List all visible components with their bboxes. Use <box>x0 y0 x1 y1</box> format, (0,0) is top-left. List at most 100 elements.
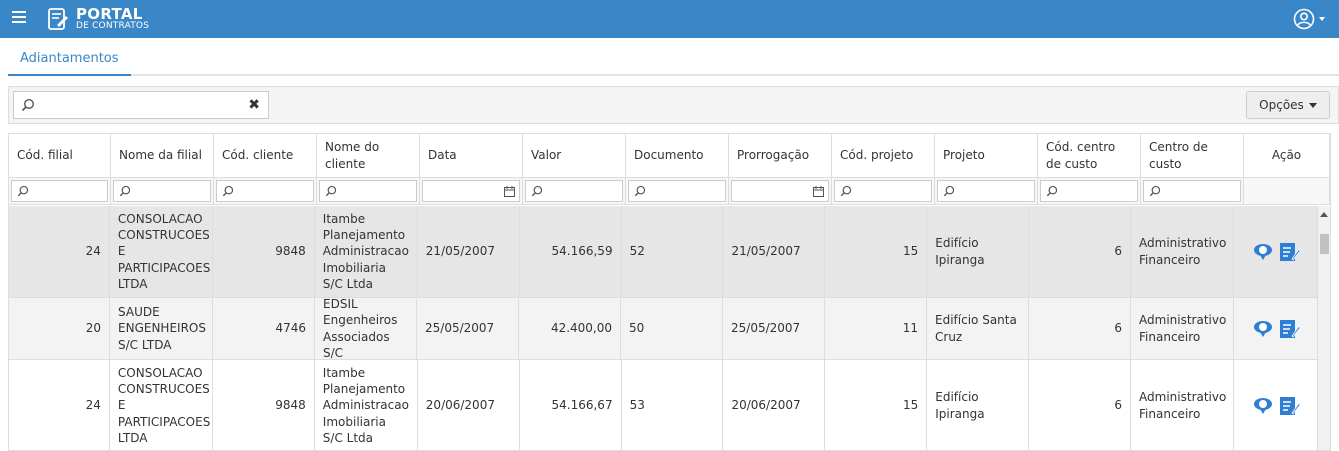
cell-valor: 42.400,00 <box>519 298 622 359</box>
header-row: Cód. filial Nome da filial Cód. cliente … <box>9 134 1330 178</box>
cell-prorrogacao: 21/05/2007 <box>723 206 826 297</box>
cell-cod-projeto: 15 <box>825 206 928 297</box>
tab-bar: Adiantamentos <box>8 38 1339 76</box>
filter-input[interactable] <box>1143 180 1241 202</box>
filter-input[interactable] <box>319 180 417 202</box>
calendar-icon[interactable] <box>504 186 515 197</box>
column-header[interactable]: Data <box>420 134 523 177</box>
cell-prorrogacao: 20/06/2007 <box>723 360 826 450</box>
cell-nome-filial: CONSOLACAO CONSTRUCOES E PARTICIPACOES L… <box>110 206 213 297</box>
column-header[interactable]: Centro de custo <box>1141 134 1244 177</box>
cell-cod-centro: 6 <box>1029 360 1132 450</box>
vertical-scrollbar[interactable] <box>1317 206 1330 450</box>
search-icon <box>531 185 543 197</box>
caret-down-icon <box>1308 102 1317 108</box>
column-header[interactable]: Nome da filial <box>111 134 214 177</box>
cell-cod-projeto: 11 <box>825 298 928 359</box>
column-header[interactable]: Prorrogação <box>729 134 832 177</box>
filter-input[interactable] <box>113 180 211 202</box>
column-header[interactable]: Cód. projeto <box>832 134 935 177</box>
user-menu[interactable] <box>1293 8 1325 30</box>
search-icon <box>943 185 955 197</box>
cell-projeto: Edifício Ipiranga <box>927 360 1030 450</box>
grid-body: 24 CONSOLACAO CONSTRUCOES E PARTICIPACOE… <box>9 206 1320 450</box>
money-icon[interactable] <box>1252 395 1274 417</box>
cell-nome-filial: SAUDE ENGENHEIROS S/C LTDA <box>110 298 214 359</box>
cell-acao <box>1234 360 1319 450</box>
column-header[interactable]: Cód. cliente <box>214 134 317 177</box>
cell-data: 21/05/2007 <box>418 206 520 297</box>
options-label: Opções <box>1259 98 1304 112</box>
calendar-icon[interactable] <box>813 186 824 197</box>
filter-input[interactable] <box>937 180 1035 202</box>
filter-input[interactable] <box>525 180 623 202</box>
cell-nome-cliente: Itambe Planejamento Administracao Imobil… <box>315 206 418 297</box>
cell-cod-filial: 24 <box>9 206 110 297</box>
date-filter-input[interactable] <box>731 180 829 202</box>
filter-input[interactable] <box>11 180 108 202</box>
cell-data: 25/05/2007 <box>417 298 520 359</box>
cell-data: 20/06/2007 <box>418 360 520 450</box>
chevron-down-icon <box>1319 17 1325 21</box>
top-bar: PORTAL DE CONTRATOS <box>0 0 1339 38</box>
column-header[interactable]: Ação <box>1244 134 1330 177</box>
table-row[interactable]: 20 SAUDE ENGENHEIROS S/C LTDA 4746 EDSIL… <box>9 297 1320 360</box>
search-input[interactable]: ✖ <box>13 91 269 119</box>
table-row[interactable]: 24 CONSOLACAO CONSTRUCOES E PARTICIPACOE… <box>9 206 1319 298</box>
cell-acao <box>1234 206 1319 297</box>
portal-logo[interactable]: PORTAL DE CONTRATOS <box>44 4 149 34</box>
search-icon <box>17 185 29 197</box>
money-icon[interactable] <box>1252 241 1274 263</box>
search-icon <box>1149 185 1161 197</box>
cell-acao <box>1234 298 1320 359</box>
column-header[interactable]: Cód. centro de custo <box>1038 134 1141 177</box>
filter-input[interactable] <box>834 180 932 202</box>
search-icon <box>222 185 234 197</box>
cell-centro: Administrativo Financeiro <box>1131 206 1235 297</box>
search-icon <box>325 185 337 197</box>
scroll-thumb[interactable] <box>1320 234 1329 254</box>
filter-input[interactable] <box>216 180 314 202</box>
column-header[interactable]: Valor <box>523 134 626 177</box>
logo-title: PORTAL <box>76 5 143 23</box>
data-grid: Cód. filial Nome da filial Cód. cliente … <box>8 133 1331 451</box>
close-icon[interactable]: ✖ <box>248 97 260 113</box>
search-icon <box>840 185 852 197</box>
cell-cod-filial: 24 <box>9 360 110 450</box>
cell-documento: 50 <box>621 298 724 359</box>
cell-nome-filial: CONSOLACAO CONSTRUCOES E PARTICIPACOES L… <box>110 360 213 450</box>
cell-cod-filial: 20 <box>9 298 111 359</box>
column-header[interactable]: Documento <box>626 134 729 177</box>
cell-cod-centro: 6 <box>1029 206 1132 297</box>
column-header[interactable]: Projeto <box>935 134 1038 177</box>
edit-document-icon[interactable] <box>1278 318 1301 340</box>
search-icon <box>119 185 131 197</box>
user-circle-icon <box>1293 8 1315 30</box>
column-header[interactable]: Cód. filial <box>9 134 111 177</box>
cell-cod-cliente: 4746 <box>213 298 316 359</box>
cell-valor: 54.166,67 <box>520 360 622 450</box>
filter-input[interactable] <box>1040 180 1138 202</box>
money-icon[interactable] <box>1252 318 1274 340</box>
search-icon <box>1046 185 1058 197</box>
cell-nome-cliente: Itambe Planejamento Administracao Imobil… <box>315 360 418 450</box>
tab-adiantamentos[interactable]: Adiantamentos <box>8 38 131 76</box>
options-button[interactable]: Opções <box>1246 91 1330 119</box>
hamburger-icon[interactable] <box>8 8 30 30</box>
cell-centro: Administrativo Financeiro <box>1131 360 1235 450</box>
filter-input[interactable] <box>628 180 726 202</box>
date-filter-input[interactable] <box>422 180 520 202</box>
scroll-up-icon[interactable] <box>1320 212 1328 217</box>
search-icon <box>21 98 35 112</box>
cell-cod-cliente: 9848 <box>213 360 315 450</box>
cell-centro: Administrativo Financeiro <box>1131 298 1235 359</box>
table-row[interactable]: 24 CONSOLACAO CONSTRUCOES E PARTICIPACOE… <box>9 360 1319 450</box>
cell-cod-projeto: 15 <box>825 360 928 450</box>
column-header[interactable]: Nome do cliente <box>317 134 420 177</box>
toolbar: ✖ Opções <box>8 86 1339 124</box>
edit-document-icon[interactable] <box>1278 241 1300 263</box>
cell-documento: 53 <box>622 360 724 450</box>
filter-row <box>9 178 1330 205</box>
edit-document-icon[interactable] <box>1278 395 1300 417</box>
cell-documento: 52 <box>622 206 724 297</box>
